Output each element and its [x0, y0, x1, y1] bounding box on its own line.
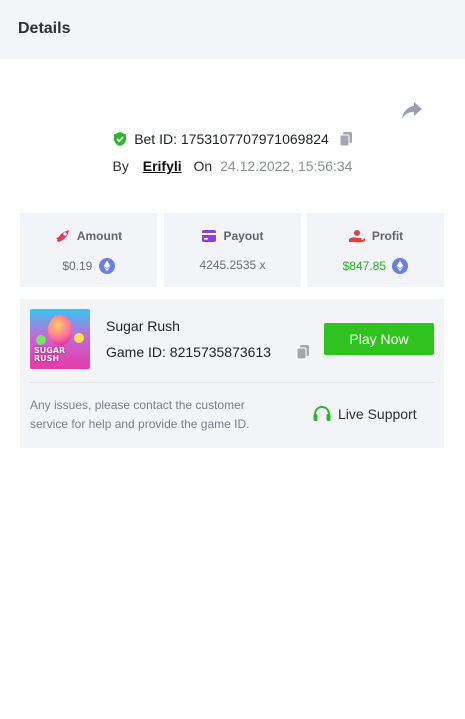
- game-card: SUGAR RUSH Sugar Rush Game ID: 8215735873…: [20, 299, 444, 448]
- stat-profit-value: $847.85: [342, 259, 387, 273]
- copy-game-id-icon[interactable]: [296, 344, 310, 365]
- rocket-icon: [55, 230, 69, 242]
- ethereum-icon: [392, 258, 409, 274]
- stat-profit-label: Profit: [371, 229, 404, 243]
- game-id: Game ID: 8215735873613: [106, 344, 272, 360]
- live-support-button[interactable]: Live Support: [300, 398, 429, 430]
- game-thumbnail-logo: SUGAR RUSH: [34, 346, 66, 363]
- by-label: By: [112, 158, 129, 174]
- stat-payout-label: Payout: [223, 229, 264, 243]
- hand-coin-icon: [348, 230, 365, 243]
- card-icon: [202, 230, 217, 242]
- stat-amount-value: $0.19: [62, 259, 93, 273]
- share-icon[interactable]: [400, 100, 424, 122]
- game-thumbnail[interactable]: SUGAR RUSH: [30, 309, 90, 369]
- stat-profit: Profit $847.85: [307, 213, 444, 287]
- copy-bet-id-icon[interactable]: [339, 131, 353, 150]
- on-label: On: [193, 158, 213, 174]
- divider: [30, 382, 434, 383]
- username-link[interactable]: Erifyli: [143, 158, 182, 174]
- stat-amount: Amount $0.19: [20, 213, 157, 287]
- stat-amount-label: Amount: [76, 229, 123, 243]
- ethereum-icon: [98, 258, 115, 274]
- page-title: Details: [18, 20, 71, 37]
- verified-shield-icon: [112, 131, 128, 150]
- support-notice: Any issues, please contact the customer …: [30, 398, 250, 431]
- live-support-label: Live Support: [338, 406, 417, 422]
- headset-icon: [313, 405, 331, 421]
- bet-id: Bet ID: 1753107707971069824: [134, 131, 329, 147]
- game-name: Sugar Rush: [106, 318, 180, 334]
- stat-payout-value: 4245.2535 x: [199, 258, 266, 272]
- stat-payout: Payout 4245.2535 x: [164, 213, 301, 287]
- play-now-button[interactable]: Play Now: [324, 323, 434, 355]
- bet-id-line: Bet ID: 1753107707971069824: [0, 131, 465, 150]
- details-header: Details: [0, 0, 465, 59]
- bet-date: 24.12.2022, 15:56:34: [220, 158, 353, 174]
- bet-byline: By Erifyli On 24.12.2022, 15:56:34: [0, 158, 465, 174]
